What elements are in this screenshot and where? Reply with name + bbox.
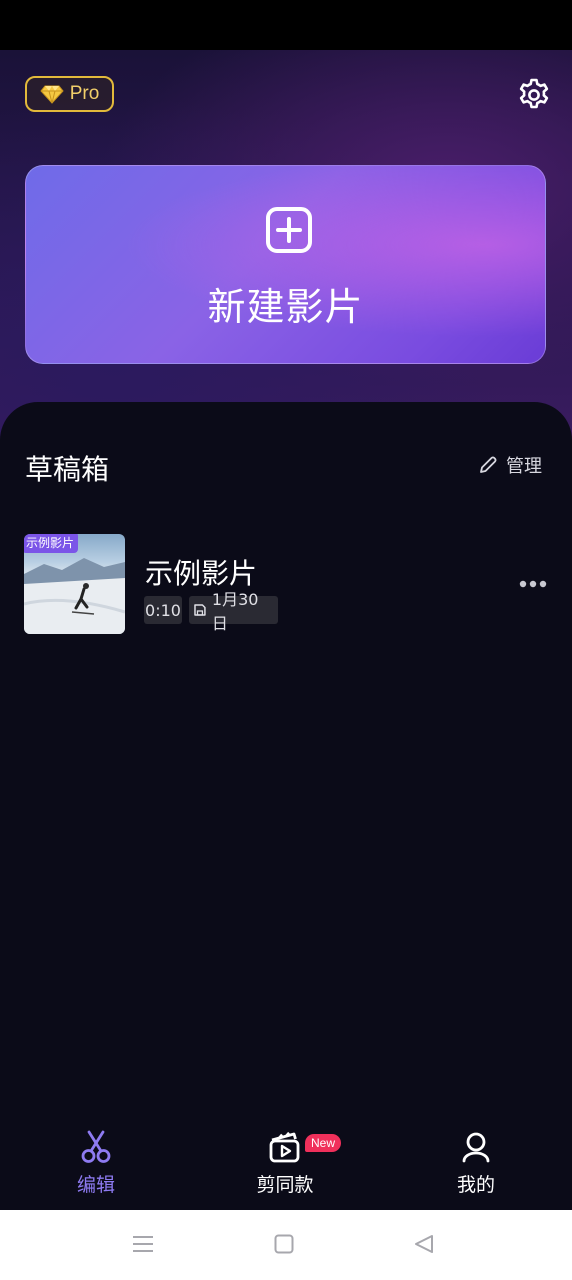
new-project-button[interactable]: 新建影片 [25,165,546,364]
pro-badge[interactable]: Pro [25,76,114,112]
save-icon [194,604,206,616]
manage-label: 管理 [506,456,542,477]
scissors-icon [81,1130,111,1163]
tab-edit[interactable]: 编辑 [36,1130,156,1197]
pencil-icon [480,456,497,473]
user-icon [462,1132,490,1163]
duration-chip: 0:10 [144,596,182,624]
tab-mine[interactable]: 我的 [416,1130,536,1197]
gear-icon[interactable] [516,77,552,113]
tab-edit-label: 编辑 [76,1174,115,1196]
more-horizontal-icon[interactable] [518,579,548,589]
diamond-icon [40,85,64,104]
system-nav-bar [0,1210,572,1280]
drafts-panel [0,402,572,1210]
clapperboard-play-icon [269,1131,300,1163]
duration-text: 0:10 [145,600,181,620]
new-badge: New [305,1134,342,1152]
new-project-label: 新建影片 [207,285,364,329]
tab-mine-label: 我的 [456,1174,495,1196]
date-text: 1月30日 [211,590,259,633]
drafts-title: 草稿箱 [25,453,110,486]
bottom-tab-bar: 编辑 剪同款 我的 [0,1130,572,1210]
sample-tag: 示例影片 [24,534,79,553]
home-icon[interactable] [274,1234,294,1254]
date-chip: 1月30日 [189,590,278,633]
back-icon[interactable] [414,1234,434,1254]
plus-square-icon [266,207,312,253]
menu-icon[interactable] [132,1234,154,1254]
tab-template-label: 剪同款 [256,1174,314,1196]
status-bar [0,0,572,50]
draft-thumbnail[interactable]: 示例影片 [24,534,125,634]
manage-button[interactable]: 管理 [478,452,542,478]
pro-label: Pro [69,83,100,104]
